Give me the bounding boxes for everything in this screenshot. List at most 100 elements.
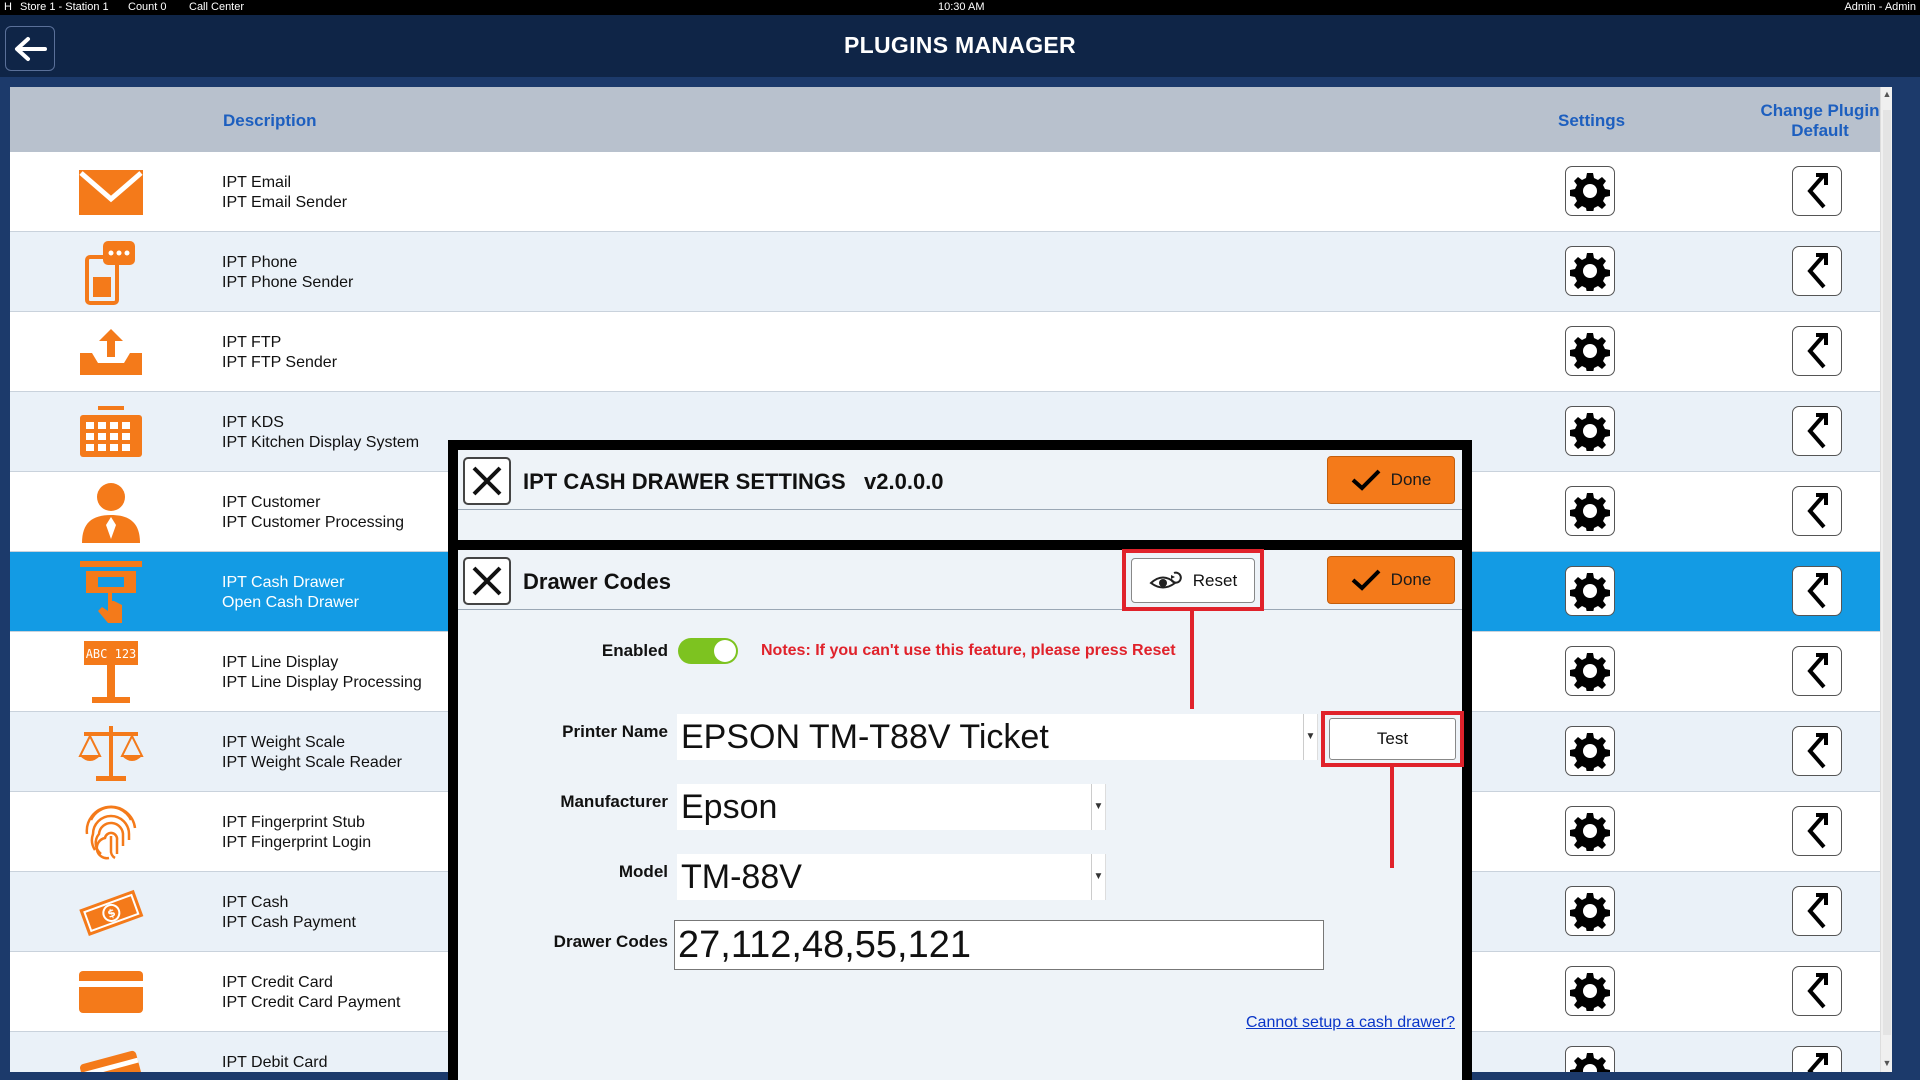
- gear-icon: [1570, 973, 1610, 1011]
- model-select[interactable]: TM-88V ▼: [677, 854, 1106, 900]
- close-icon: [472, 466, 502, 496]
- enabled-label: Enabled: [601, 641, 668, 660]
- branch-arrow-icon: [1807, 813, 1828, 849]
- plugin-desc: IPT Customer Processing: [222, 514, 404, 531]
- change-default-button[interactable]: [1792, 806, 1842, 856]
- plugin-desc: IPT Fingerprint Login: [222, 834, 372, 851]
- table-row[interactable]: IPT Phone IPT Phone Sender: [10, 232, 1882, 312]
- drawer-codes-input[interactable]: 27,112,48,55,121: [674, 920, 1324, 970]
- change-default-button[interactable]: [1792, 966, 1842, 1016]
- plugin-desc: IPT FTP Sender: [222, 354, 338, 371]
- settings-button[interactable]: [1565, 886, 1615, 936]
- manufacturer-label: Manufacturer: [560, 792, 668, 811]
- scroll-up-icon[interactable]: ▲: [1882, 89, 1892, 101]
- gear-icon: [1570, 253, 1610, 291]
- drawer-codes-label: Drawer Codes: [553, 932, 668, 951]
- manufacturer-select[interactable]: Epson ▼: [677, 784, 1106, 830]
- settings-button[interactable]: [1565, 406, 1615, 456]
- cannot-setup-link[interactable]: Cannot setup a cash drawer?: [1246, 1014, 1455, 1032]
- printer-name-label: Printer Name: [562, 722, 668, 741]
- dialog-header-section: IPT CASH DRAWER SETTINGS v2.0.0.0 Done: [458, 450, 1462, 540]
- settings-button[interactable]: [1565, 806, 1615, 856]
- scroll-down-icon[interactable]: ▼: [1882, 1058, 1892, 1070]
- change-default-button[interactable]: [1792, 886, 1842, 936]
- table-row[interactable]: IPT Email IPT Email Sender: [10, 152, 1882, 232]
- gear-icon: [1570, 333, 1610, 371]
- scroll-thumb[interactable]: [1883, 110, 1891, 1035]
- settings-button[interactable]: [1565, 966, 1615, 1016]
- plugin-name: IPT Cash: [222, 894, 289, 911]
- dropdown-arrow-icon[interactable]: ▼: [1091, 784, 1105, 830]
- plugin-desc: IPT Credit Card Payment: [222, 994, 401, 1011]
- gear-icon: [1570, 653, 1610, 691]
- settings-button[interactable]: [1565, 246, 1615, 296]
- branch-arrow-icon: [1807, 973, 1828, 1009]
- plugin-desc: IPT Email Sender: [222, 194, 348, 211]
- annotation-line-test: [1390, 766, 1394, 868]
- plugin-desc: Open Cash Drawer: [222, 594, 359, 611]
- change-default-button[interactable]: [1792, 326, 1842, 376]
- close-icon: [472, 566, 502, 596]
- settings-button[interactable]: [1565, 646, 1615, 696]
- reset-label: Reset: [1192, 570, 1238, 590]
- settings-button[interactable]: [1565, 486, 1615, 536]
- status-count: Count 0: [128, 1, 167, 13]
- branch-arrow-icon: [1807, 893, 1828, 929]
- credit-card-icon: [78, 962, 144, 1022]
- gear-icon: [1570, 1053, 1610, 1072]
- branch-arrow-icon: [1807, 733, 1828, 769]
- scrollbar[interactable]: ▲ ▼: [1880, 87, 1892, 1072]
- test-button[interactable]: Test: [1329, 718, 1456, 760]
- change-default-button[interactable]: [1792, 646, 1842, 696]
- eye-refresh-icon: [1149, 571, 1182, 588]
- change-default-button[interactable]: [1792, 166, 1842, 216]
- enabled-toggle[interactable]: [678, 638, 738, 664]
- reset-button[interactable]: Reset: [1131, 558, 1255, 603]
- plugin-name: IPT FTP: [222, 334, 282, 351]
- dialog-titlebar: IPT CASH DRAWER SETTINGS v2.0.0.0 Done: [458, 450, 1462, 510]
- section-title: Drawer Codes: [523, 569, 671, 594]
- branch-arrow-icon: [1807, 573, 1828, 609]
- settings-button[interactable]: [1565, 1046, 1615, 1072]
- change-default-button[interactable]: [1792, 406, 1842, 456]
- settings-button[interactable]: [1565, 566, 1615, 616]
- toggle-knob: [714, 640, 736, 662]
- settings-button[interactable]: [1565, 726, 1615, 776]
- change-default-button[interactable]: [1792, 1046, 1842, 1072]
- section-titlebar: Drawer Codes Reset Done: [458, 549, 1462, 611]
- printer-name-value: EPSON TM-T88V Ticket: [681, 718, 1049, 756]
- plugin-name: IPT KDS: [222, 414, 284, 431]
- reset-highlight: Reset: [1122, 549, 1264, 611]
- change-default-button[interactable]: [1792, 726, 1842, 776]
- cash-icon: $: [78, 882, 144, 942]
- status-mode: H: [4, 1, 12, 13]
- fingerprint-icon: [78, 802, 144, 862]
- model-value: TM-88V: [681, 858, 802, 896]
- dropdown-arrow-icon[interactable]: ▼: [1091, 854, 1105, 900]
- gear-icon: [1570, 813, 1610, 851]
- plugin-name: IPT Debit Card: [222, 1054, 328, 1071]
- scale-icon: [78, 722, 144, 782]
- test-highlight: Test: [1321, 711, 1464, 767]
- change-default-button[interactable]: [1792, 486, 1842, 536]
- change-default-button[interactable]: [1792, 566, 1842, 616]
- printer-name-select[interactable]: EPSON TM-T88V Ticket ▼: [677, 714, 1318, 760]
- settings-button[interactable]: [1565, 166, 1615, 216]
- settings-button[interactable]: [1565, 326, 1615, 376]
- manufacturer-value: Epson: [681, 788, 778, 826]
- annotation-line-reset: [1190, 611, 1194, 709]
- done-button[interactable]: Done: [1327, 456, 1455, 504]
- close-button[interactable]: [463, 457, 511, 505]
- table-header: Description Settings Change Plugin Defau…: [10, 87, 1892, 152]
- plugin-name: IPT Line Display: [222, 654, 339, 671]
- change-default-button[interactable]: [1792, 246, 1842, 296]
- dropdown-arrow-icon[interactable]: ▼: [1303, 714, 1317, 760]
- plugin-name: IPT Email: [222, 174, 292, 191]
- phone-icon: [78, 241, 144, 305]
- gear-icon: [1570, 173, 1610, 211]
- line-display-icon: ABC 123: [78, 641, 144, 703]
- section-close-button[interactable]: [463, 557, 511, 605]
- cash-drawer-settings-dialog: IPT CASH DRAWER SETTINGS v2.0.0.0 Done D…: [448, 440, 1472, 1080]
- section-done-button[interactable]: Done: [1327, 556, 1455, 604]
- table-row[interactable]: IPT FTP IPT FTP Sender: [10, 312, 1882, 392]
